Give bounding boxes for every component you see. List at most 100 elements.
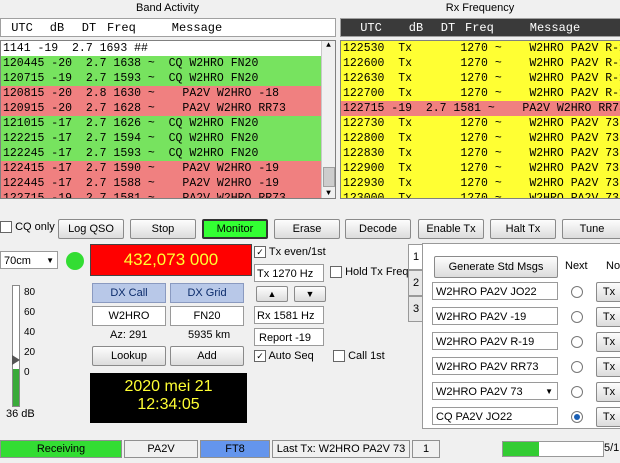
band-activity-list[interactable]: 1141 -19 2.7 1693 ## 120445 -20 2.7 1638 … [0, 40, 336, 199]
check-icon[interactable]: ✓ [254, 246, 266, 259]
band-activity-row[interactable]: 120815 -20 2.8 1630 ~ PA2V W2HRO -18 [1, 86, 321, 101]
dx-call-input[interactable]: W2HRO [92, 306, 166, 326]
next-radio[interactable] [571, 411, 583, 423]
tx-message-field[interactable]: W2HRO PA2V JO22 [432, 282, 558, 300]
meter-fill [13, 369, 19, 406]
band-activity-row[interactable]: 122445 -17 2.7 1588 ~ PA2V W2HRO -19 [1, 176, 321, 191]
dx-grid-input[interactable]: FN20 [170, 306, 244, 326]
rx-frequency-list[interactable]: 122530 Tx 1270 ~ W2HRO PA2V R-17 122600 T… [340, 40, 620, 199]
band-select[interactable]: 70cm ▼ [0, 251, 58, 269]
chevron-down-icon: ▼ [545, 387, 553, 396]
progress-fill [503, 442, 539, 456]
rx-frequency-title: Rx Frequency [445, 2, 515, 14]
rx-frequency-row[interactable]: 122900 Tx 1270 ~ W2HRO PA2V 73 [341, 161, 620, 176]
tx-now-button[interactable]: Tx [596, 307, 620, 327]
rx-frequency-row[interactable]: 122730 Tx 1270 ~ W2HRO PA2V 73 [341, 116, 620, 131]
call-1st-checkbox[interactable]: Call 1st [333, 350, 385, 363]
cq-only-checkbox[interactable]: CQ only [0, 221, 55, 234]
checkbox-icon[interactable] [330, 266, 342, 279]
band-activity-title: Band Activity [136, 2, 199, 14]
dx-call-label: DX Call [92, 283, 166, 303]
hold-tx-freq-checkbox[interactable]: Hold Tx Freq [330, 266, 408, 279]
next-radio[interactable] [571, 336, 583, 348]
rx-frequency-row[interactable]: 122930 Tx 1270 ~ W2HRO PA2V 73 [341, 176, 620, 191]
tune-button[interactable]: Tune [562, 219, 620, 239]
band-activity-scrollbar[interactable]: ▲ ▼ [321, 41, 335, 198]
tx-message-text: CQ PA2V JO22 [436, 411, 513, 423]
band-activity-row[interactable]: 120915 -20 2.7 1628 ~ PA2V W2HRO RR73 [1, 101, 321, 116]
col-utc: UTC [11, 20, 33, 35]
stop-button[interactable]: Stop [130, 219, 196, 239]
tx-freq-spinbox[interactable]: Tx 1270 Hz [254, 264, 324, 282]
now-label: Now [606, 260, 620, 272]
auto-seq-checkbox[interactable]: ✓ Auto Seq [254, 350, 314, 363]
tx-message-field[interactable]: W2HRO PA2V R-19 [432, 332, 558, 350]
band-activity-row[interactable]: 120445 -20 2.7 1638 ~ CQ W2HRO FN20 [1, 56, 321, 71]
meter-level: 36 dB [6, 408, 35, 420]
scroll-down-icon[interactable]: ▼ [322, 189, 335, 198]
tx-message-field[interactable]: W2HRO PA2V -19 [432, 307, 558, 325]
tx-message-field[interactable]: W2HRO PA2V 73 ▼ [432, 382, 558, 400]
tx-now-button[interactable]: Tx [596, 357, 620, 377]
rx-frequency-row[interactable]: 122530 Tx 1270 ~ W2HRO PA2V R-17 [341, 41, 620, 56]
tx-message-field[interactable]: CQ PA2V JO22 [432, 407, 558, 425]
col-db: dB [49, 20, 65, 35]
check-icon[interactable]: ✓ [254, 350, 266, 363]
checkbox-icon[interactable] [333, 350, 345, 363]
next-radio[interactable] [571, 386, 583, 398]
erase-button[interactable]: Erase [274, 219, 340, 239]
col-dt: DT [81, 20, 97, 35]
rx-frequency-row[interactable]: 122800 Tx 1270 ~ W2HRO PA2V 73 [341, 131, 620, 146]
clock-display: 2020 mei 21 12:34:05 [90, 373, 247, 423]
tx-even-label: Tx even/1st [268, 246, 326, 258]
rx-freq-spinbox[interactable]: Rx 1581 Hz [254, 306, 324, 324]
arrow-down-icon: ▼ [305, 289, 315, 299]
rx-frequency-row[interactable]: 123000 Tx 1270 ~ W2HRO PA2V 73 [341, 191, 620, 198]
band-activity-row[interactable]: 121015 -17 2.7 1626 ~ CQ W2HRO FN20 [1, 116, 321, 131]
clock-time: 12:34:05 [137, 396, 200, 413]
checkbox-icon[interactable] [0, 221, 12, 234]
monitor-button[interactable]: Monitor [202, 219, 268, 239]
report-spinbox[interactable]: Report -19 [254, 328, 324, 346]
generate-std-msgs-button[interactable]: Generate Std Msgs [434, 256, 558, 278]
rx-frequency-row[interactable]: 122715 -19 2.7 1581 ~ PA2V W2HRO RR73 [341, 101, 620, 116]
band-activity-row[interactable]: 122415 -17 2.7 1590 ~ PA2V W2HRO -19 [1, 161, 321, 176]
meter-peak-icon [12, 355, 20, 365]
next-radio[interactable] [571, 311, 583, 323]
next-radio[interactable] [571, 361, 583, 373]
tx-now-button[interactable]: Tx [596, 407, 620, 427]
tx-now-button[interactable]: Tx [596, 332, 620, 352]
band-activity-row[interactable]: 1141 -19 2.7 1693 ## [1, 41, 321, 56]
rx-frequency-row[interactable]: 122600 Tx 1270 ~ W2HRO PA2V R-17 [341, 56, 620, 71]
col-freq: Freq [107, 20, 136, 35]
tx-message-field[interactable]: W2HRO PA2V RR73 [432, 357, 558, 375]
decode-button[interactable]: Decode [345, 219, 411, 239]
band-activity-row[interactable]: 120715 -19 2.7 1593 ~ CQ W2HRO FN20 [1, 71, 321, 86]
scroll-up-icon[interactable]: ▲ [322, 41, 335, 50]
add-button[interactable]: Add [170, 346, 244, 366]
next-radio[interactable] [571, 286, 583, 298]
tx-now-button[interactable]: Tx [596, 282, 620, 302]
col-utc: UTC [360, 20, 382, 35]
band-activity-row[interactable]: 122245 -17 2.7 1593 ~ CQ W2HRO FN20 [1, 146, 321, 161]
rx-frequency-row[interactable]: 122700 Tx 1270 ~ W2HRO PA2V R-17 [341, 86, 620, 101]
chevron-down-icon: ▼ [46, 256, 54, 265]
scroll-thumb[interactable] [323, 167, 335, 187]
band-activity-row[interactable]: 122215 -17 2.7 1594 ~ CQ W2HRO FN20 [1, 131, 321, 146]
band-activity-row[interactable]: 122715 -19 2.7 1581 ~ PA2V W2HRO RR73 [1, 191, 321, 198]
tx-message-text: W2HRO PA2V RR73 [436, 361, 539, 373]
arrow-down-button[interactable]: ▼ [294, 286, 326, 302]
rx-frequency-row[interactable]: 122830 Tx 1270 ~ W2HRO PA2V 73 [341, 146, 620, 161]
arrow-up-button[interactable]: ▲ [256, 286, 288, 302]
rx-frequency-row[interactable]: 122630 Tx 1270 ~ W2HRO PA2V R-17 [341, 71, 620, 86]
halt-tx-button[interactable]: Halt Tx [490, 219, 556, 239]
page-indicator: 5/1 [604, 442, 620, 454]
enable-tx-button[interactable]: Enable Tx [418, 219, 484, 239]
lookup-button[interactable]: Lookup [92, 346, 166, 366]
log-qso-button[interactable]: Log QSO [58, 219, 124, 239]
meter-scale: 80 60 40 20 0 [24, 287, 36, 378]
tx-now-button[interactable]: Tx [596, 382, 620, 402]
last-tx-status: Last Tx: W2HRO PA2V 73 [272, 440, 410, 458]
col-message: Message [529, 20, 581, 35]
tx-even-checkbox[interactable]: ✓ Tx even/1st [254, 246, 326, 259]
